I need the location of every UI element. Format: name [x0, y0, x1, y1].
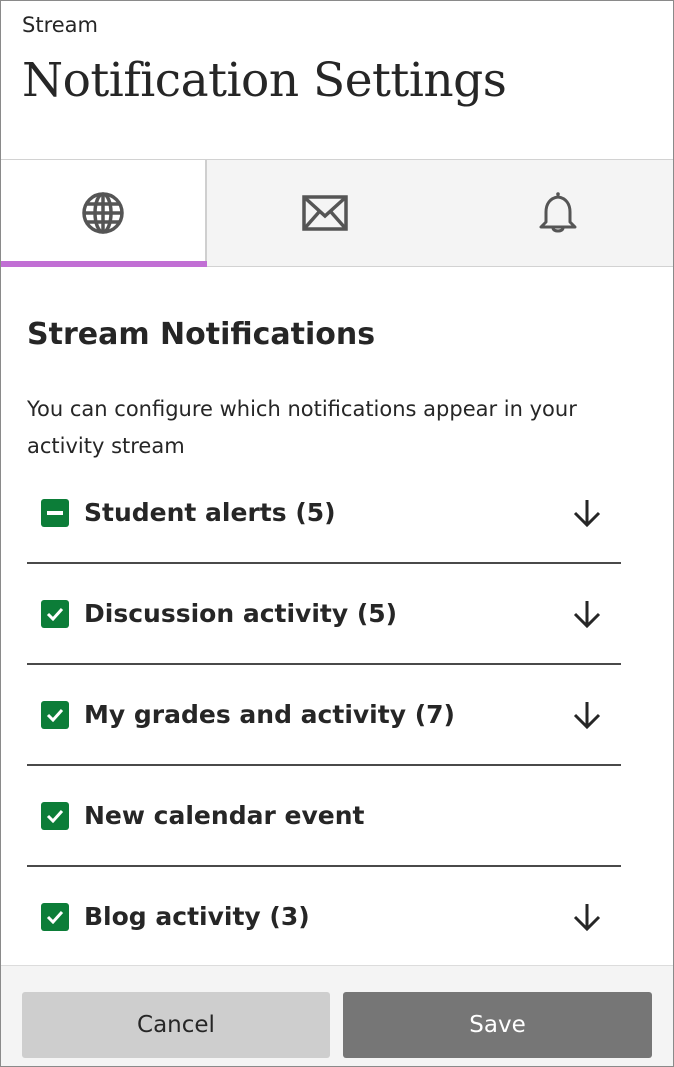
checkbox[interactable]: [41, 902, 69, 931]
page-title: Notification Settings: [22, 53, 507, 108]
save-button[interactable]: Save: [343, 992, 652, 1058]
notification-label: Student alerts (5): [84, 498, 336, 527]
list-item: Blog activity (3): [27, 867, 621, 965]
arrow-down-icon[interactable]: [571, 598, 603, 630]
notification-label: Discussion activity (5): [84, 599, 398, 628]
bell-icon: [538, 191, 578, 235]
tab-stream[interactable]: [1, 160, 207, 267]
notification-label: Blog activity (3): [84, 902, 310, 931]
arrow-down-icon[interactable]: [571, 497, 603, 529]
stream-notifications-content: Stream Notifications You can configure w…: [1, 267, 673, 965]
breadcrumb[interactable]: Stream: [22, 13, 98, 37]
envelope-icon: [301, 195, 348, 231]
notification-tabs: [1, 159, 673, 267]
notification-label: New calendar event: [84, 801, 365, 830]
checkbox[interactable]: [41, 599, 69, 628]
cancel-button[interactable]: Cancel: [22, 992, 330, 1058]
notification-settings-panel: Stream Notification Settings Stream Noti…: [0, 0, 674, 1067]
arrow-down-icon[interactable]: [571, 699, 603, 731]
list-item: Discussion activity (5): [27, 564, 621, 665]
list-item: New calendar event: [27, 766, 621, 867]
tab-email[interactable]: [207, 160, 442, 266]
panel-footer: Cancel Save: [1, 965, 673, 1066]
arrow-down-icon[interactable]: [571, 901, 603, 933]
globe-icon: [81, 191, 125, 235]
section-title: Stream Notifications: [27, 317, 376, 352]
tab-push[interactable]: [442, 160, 673, 266]
panel-header: Stream Notification Settings: [1, 1, 673, 160]
checkbox[interactable]: [41, 700, 69, 729]
checkbox[interactable]: [41, 801, 69, 830]
list-item: My grades and activity (7): [27, 665, 621, 766]
indeterminate-checkbox[interactable]: [41, 498, 69, 527]
notification-label: My grades and activity (7): [84, 700, 455, 729]
notification-list: Student alerts (5) Discussion activity (…: [27, 463, 621, 965]
section-description: You can configure which notifications ap…: [27, 397, 577, 458]
list-item: Student alerts (5): [27, 463, 621, 564]
